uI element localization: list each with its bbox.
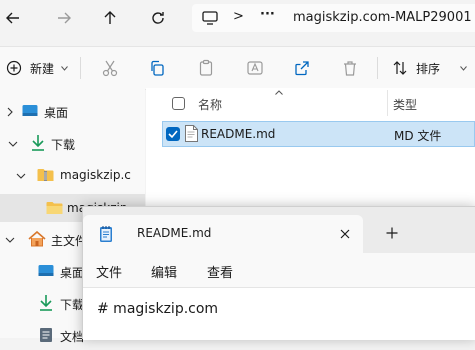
forward-button[interactable] [54, 8, 74, 28]
refresh-button[interactable] [148, 8, 168, 28]
divider [377, 57, 378, 79]
command-bar: 新建 排序 [0, 46, 475, 90]
checkmark-icon [168, 130, 178, 139]
plus-circle-icon [6, 60, 22, 76]
tree-item-desktop[interactable]: 桌面 [0, 98, 145, 126]
chevron-down-icon[interactable] [16, 171, 26, 181]
download-icon [32, 135, 44, 151]
trash-icon [344, 61, 356, 76]
tree-item-label: 桌面 [60, 266, 85, 280]
notepad-tabstrip: README.md [83, 207, 475, 253]
tab-title: README.md [137, 226, 212, 240]
tree-item-downloads[interactable]: 下载 [0, 130, 145, 158]
home-icon [28, 231, 46, 247]
forward-arrow-icon [58, 12, 71, 24]
cut-button[interactable] [100, 58, 120, 78]
back-arrow-icon [6, 12, 19, 24]
sort-icon [393, 61, 407, 75]
folder-icon [46, 202, 63, 214]
desktop-icon [38, 265, 54, 276]
paste-button[interactable] [196, 58, 216, 78]
share-icon [295, 61, 309, 76]
refresh-icon [152, 12, 164, 24]
file-type: MD 文件 [394, 129, 442, 143]
zip-folder-icon [37, 169, 54, 181]
breadcrumb-separator: > [233, 9, 244, 24]
download-icon [40, 295, 52, 311]
rename-icon [247, 61, 263, 75]
up-button[interactable] [100, 8, 120, 28]
new-button[interactable]: 新建 [4, 56, 70, 80]
address-bar-area: > ··· magiskzip.com-MALP29001 [0, 0, 475, 36]
sort-button[interactable]: 排序 [390, 56, 470, 80]
notepad-editor[interactable]: # magiskzip.com [83, 287, 475, 340]
row-checkbox[interactable] [166, 127, 180, 141]
breadcrumb-current[interactable]: magiskzip.com-MALP29001 [293, 10, 472, 25]
select-all-checkbox[interactable] [172, 97, 185, 110]
sort-label: 排序 [416, 62, 441, 76]
column-header-type[interactable]: 类型 [393, 96, 417, 113]
notepad-icon [100, 226, 112, 242]
address-box[interactable]: > ··· magiskzip.com-MALP29001 [192, 4, 475, 32]
chevron-down-icon[interactable] [5, 235, 15, 245]
scissors-icon [102, 60, 118, 77]
delete-button[interactable] [340, 58, 360, 78]
back-button[interactable] [3, 8, 23, 28]
notepad-window: README.md 文件 编辑 查看 # magiskzip.com [82, 206, 475, 340]
editor-text: # magiskzip.com [97, 301, 219, 317]
notepad-tab[interactable]: README.md [83, 215, 363, 253]
sort-ascending-icon [275, 90, 283, 95]
copy-button[interactable] [147, 58, 167, 78]
chevron-down-icon [61, 66, 68, 71]
new-label: 新建 [30, 62, 55, 76]
tree-item-label: 下载 [51, 138, 76, 152]
tree-item-label: magiskzip.c [60, 168, 131, 182]
tree-item-zip-archive[interactable]: magiskzip.c [0, 162, 145, 190]
chevron-right-icon[interactable] [5, 107, 15, 117]
file-name: README.md [201, 127, 276, 141]
tree-item-label: 下载 [60, 298, 85, 312]
rename-button[interactable] [245, 58, 265, 78]
chevron-down-icon [460, 66, 467, 71]
copy-icon [151, 60, 164, 76]
clipboard-icon [199, 59, 213, 76]
chevron-down-icon[interactable] [8, 139, 18, 149]
menu-edit[interactable]: 编辑 [151, 262, 177, 281]
tree-item-label: 桌面 [44, 106, 69, 120]
tree-item-label: 文档 [60, 330, 85, 344]
menu-file[interactable]: 文件 [96, 262, 122, 281]
monitor-icon [202, 11, 218, 25]
breadcrumb-more[interactable]: ··· [260, 7, 275, 22]
menu-view[interactable]: 查看 [207, 262, 233, 281]
share-button[interactable] [292, 58, 312, 78]
file-icon [185, 125, 198, 142]
column-header-name[interactable]: 名称 [198, 96, 222, 113]
table-row[interactable]: README.md MD 文件 [162, 121, 475, 147]
desktop-icon [22, 105, 38, 116]
notepad-menubar: 文件 编辑 查看 [83, 253, 475, 287]
document-icon [40, 328, 52, 342]
new-tab-plus-icon[interactable] [386, 227, 398, 239]
column-divider[interactable] [387, 90, 388, 116]
up-arrow-icon [104, 11, 116, 24]
divider [80, 57, 81, 79]
close-icon[interactable] [340, 229, 350, 239]
